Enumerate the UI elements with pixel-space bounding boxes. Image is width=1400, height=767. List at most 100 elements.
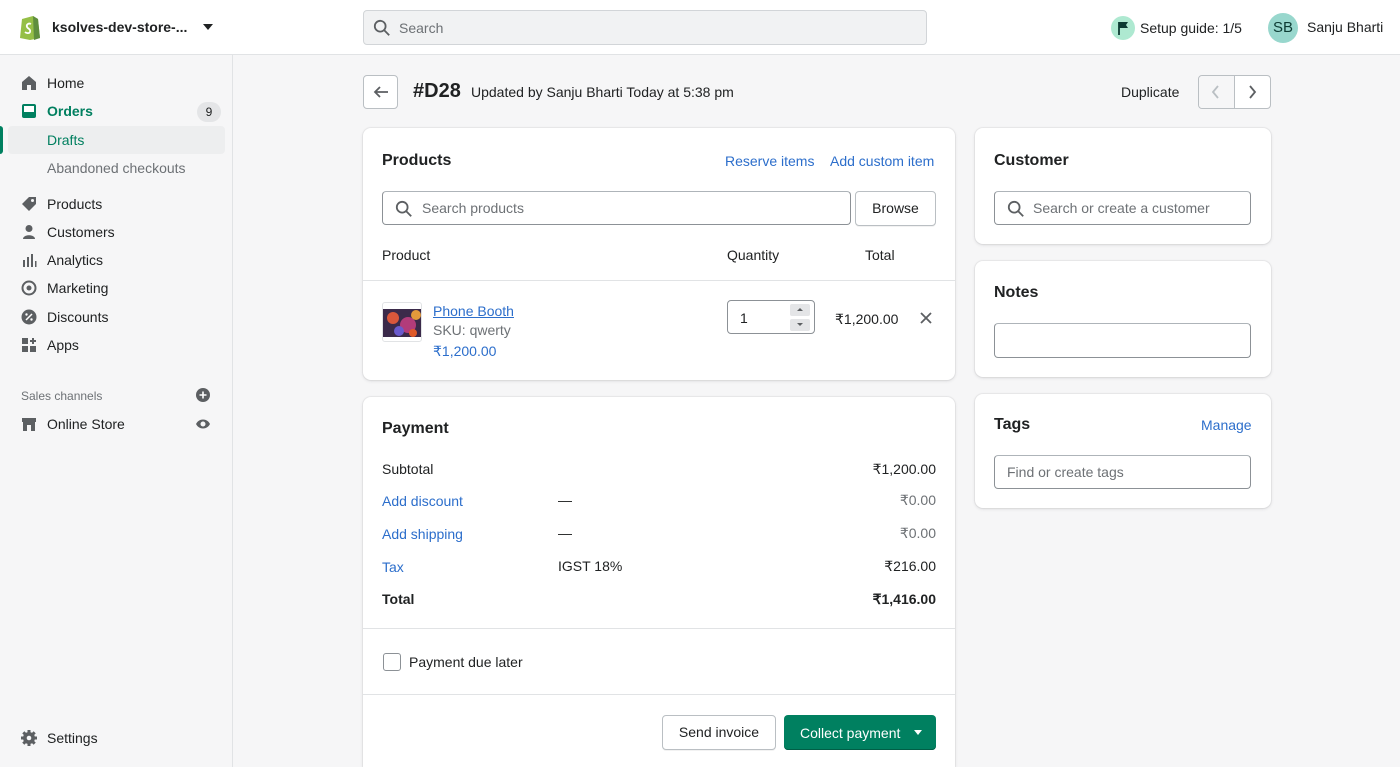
send-invoice-button[interactable]: Send invoice: [662, 715, 776, 750]
product-name-link[interactable]: Phone Booth: [433, 303, 514, 319]
caret-down-icon[interactable]: [203, 24, 213, 30]
products-card: Products Reserve items Add custom item B…: [363, 128, 955, 380]
next-button[interactable]: [1235, 76, 1270, 108]
decrement-button[interactable]: [790, 319, 810, 331]
sidebar-item-label: Customers: [47, 224, 115, 240]
discount-description: —: [558, 492, 572, 508]
product-sku: SKU: qwerty: [433, 322, 511, 338]
sidebar-item-analytics[interactable]: Analytics: [0, 246, 233, 274]
sidebar-item-label: Marketing: [47, 280, 109, 296]
orders-count-badge: 9: [197, 102, 221, 122]
eye-icon[interactable]: [195, 416, 211, 432]
search-icon: [373, 19, 390, 36]
flag-icon: [1111, 16, 1135, 40]
customer-search-field[interactable]: [994, 191, 1251, 225]
sidebar-item-label: Online Store: [47, 416, 125, 432]
payment-due-later-label: Payment due later: [409, 654, 523, 670]
line-total: ₹1,200.00: [835, 311, 899, 327]
add-custom-item-link[interactable]: Add custom item: [830, 153, 934, 169]
tax-value: ₹216.00: [884, 558, 936, 574]
payment-due-later-checkbox[interactable]: [383, 653, 401, 671]
column-header-product: Product: [382, 247, 431, 263]
sidebar-item-apps[interactable]: Apps: [0, 331, 233, 359]
back-button[interactable]: [363, 75, 398, 109]
store-name[interactable]: ksolves-dev-store-...: [52, 19, 187, 35]
sidebar: Home Orders 9 Drafts Abandoned checkouts…: [0, 55, 233, 767]
global-search[interactable]: [363, 10, 927, 45]
column-header-quantity: Quantity: [727, 247, 780, 263]
notes-card-title: Notes: [994, 284, 1039, 301]
customer-search-input[interactable]: [1033, 192, 1245, 224]
home-icon: [22, 76, 36, 90]
payment-card: Payment Subtotal ₹1,200.00 Add discount …: [363, 397, 955, 767]
previous-button[interactable]: [1199, 76, 1235, 108]
tag-icon: [22, 197, 36, 211]
top-bar: ksolves-dev-store-... Setup guide: 1/5 S…: [0, 0, 1400, 55]
increment-button[interactable]: [790, 304, 810, 316]
shipping-description: —: [558, 525, 572, 541]
customer-card: Customer: [975, 128, 1271, 244]
active-indicator: [0, 126, 3, 154]
chevron-left-icon: [1211, 85, 1219, 99]
tags-card-title: Tags: [994, 416, 1031, 433]
total-label: Total: [382, 591, 415, 607]
collect-payment-label: Collect payment: [800, 725, 901, 741]
apps-icon: [22, 338, 36, 352]
collect-payment-button[interactable]: Collect payment: [784, 715, 936, 750]
sidebar-item-drafts[interactable]: Drafts: [8, 126, 225, 154]
notes-card: Notes: [975, 261, 1271, 377]
reserve-items-link[interactable]: Reserve items: [725, 153, 814, 169]
products-card-title: Products: [382, 152, 452, 169]
sidebar-item-label: Analytics: [47, 252, 104, 268]
divider: [363, 694, 955, 695]
sidebar-item-customers[interactable]: Customers: [0, 218, 233, 246]
product-unit-price: ₹1,200.00: [433, 343, 497, 359]
product-search-field[interactable]: [382, 191, 851, 225]
discount-value: ₹0.00: [899, 492, 936, 508]
sidebar-item-marketing[interactable]: Marketing: [0, 274, 233, 302]
browse-button[interactable]: Browse: [855, 191, 936, 226]
add-circle-icon[interactable]: [196, 388, 210, 402]
total-value: ₹1,416.00: [872, 591, 936, 607]
target-icon: [21, 280, 37, 296]
orders-icon: [22, 104, 36, 118]
global-search-input[interactable]: [399, 11, 899, 44]
add-discount-link[interactable]: Add discount: [382, 493, 463, 509]
remove-item-icon[interactable]: [920, 312, 932, 324]
product-search-input[interactable]: [422, 192, 842, 224]
subtotal-label: Subtotal: [382, 461, 434, 477]
sidebar-item-abandoned-checkouts[interactable]: Abandoned checkouts: [0, 154, 233, 182]
sidebar-item-label: Apps: [47, 337, 79, 353]
sidebar-item-orders[interactable]: Orders 9: [0, 97, 233, 125]
tags-input[interactable]: [1007, 456, 1237, 488]
caret-down-icon: [914, 730, 922, 735]
quantity-value[interactable]: 1: [740, 310, 748, 326]
add-shipping-link[interactable]: Add shipping: [382, 526, 463, 542]
product-thumbnail: [382, 302, 422, 342]
user-name[interactable]: Sanju Bharti: [1307, 19, 1383, 35]
tax-link[interactable]: Tax: [382, 559, 404, 575]
page-title: #D28: [413, 80, 461, 102]
sidebar-item-home[interactable]: Home: [0, 69, 233, 97]
quantity-stepper[interactable]: 1: [727, 300, 815, 334]
discount-icon: [21, 309, 37, 325]
tags-field[interactable]: [994, 455, 1251, 489]
subtotal-value: ₹1,200.00: [872, 461, 936, 477]
sidebar-item-products[interactable]: Products: [0, 190, 233, 218]
sidebar-item-label: Settings: [47, 730, 98, 746]
store-icon: [22, 418, 36, 431]
shipping-value: ₹0.00: [899, 525, 936, 541]
notes-input[interactable]: [1007, 324, 1237, 356]
avatar[interactable]: SB: [1268, 13, 1298, 43]
sidebar-item-online-store[interactable]: Online Store: [0, 410, 233, 438]
shopify-logo-icon[interactable]: [18, 13, 42, 41]
chevron-right-icon: [1249, 85, 1257, 99]
sidebar-item-settings[interactable]: Settings: [0, 724, 233, 752]
duplicate-button[interactable]: Duplicate: [1121, 84, 1179, 100]
sales-channels-heading: Sales channels: [21, 389, 103, 403]
customer-card-title: Customer: [994, 152, 1069, 169]
notes-field[interactable]: [994, 323, 1251, 358]
manage-tags-link[interactable]: Manage: [1201, 417, 1252, 433]
sidebar-item-discounts[interactable]: Discounts: [0, 303, 233, 331]
sidebar-item-label: Home: [47, 75, 85, 91]
